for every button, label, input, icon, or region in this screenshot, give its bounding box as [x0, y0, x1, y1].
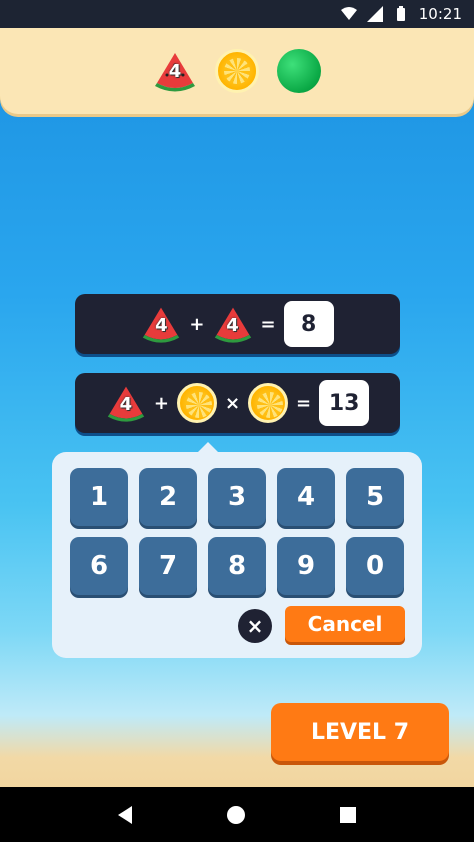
equation-row-2: 4 + × = 13: [75, 373, 400, 433]
plus-operator: +: [189, 313, 205, 335]
result-box: 8: [283, 301, 334, 347]
watermelon-icon: 4: [153, 49, 197, 93]
watermelon-icon: 4: [106, 383, 146, 423]
key-7[interactable]: 7: [139, 537, 197, 595]
status-time: 10:21: [418, 5, 462, 23]
watermelon-icon: 4: [141, 304, 181, 344]
watermelon-number: 4: [168, 61, 182, 82]
watermelon-number: 4: [155, 315, 168, 336]
back-icon[interactable]: [117, 805, 132, 824]
battery-icon: [393, 6, 409, 22]
clear-icon[interactable]: ×: [238, 609, 272, 643]
plus-operator: +: [153, 392, 169, 414]
number-keypad: 1 2 3 4 5 6 7 8 9 0 × Cancel: [52, 442, 422, 658]
result-box: 13: [319, 380, 370, 426]
cancel-button[interactable]: Cancel: [285, 606, 405, 642]
recent-apps-icon[interactable]: [340, 806, 357, 823]
key-8[interactable]: 8: [208, 537, 266, 595]
equals-operator: =: [260, 313, 276, 335]
key-1[interactable]: 1: [70, 468, 128, 526]
status-bar: 10:21: [0, 0, 474, 28]
key-9[interactable]: 9: [277, 537, 335, 595]
watermelon-number: 4: [226, 315, 239, 336]
key-5[interactable]: 5: [346, 468, 404, 526]
target-fruits-bar: 4: [0, 28, 474, 114]
home-icon[interactable]: [226, 805, 245, 824]
key-3[interactable]: 3: [208, 468, 266, 526]
watermelon-icon: 4: [213, 304, 253, 344]
key-6[interactable]: 6: [70, 537, 128, 595]
orange-icon: [176, 383, 217, 423]
signal-icon: [366, 6, 383, 22]
green-ball-icon: [277, 49, 321, 93]
equals-operator: =: [296, 392, 312, 414]
level-button[interactable]: LEVEL 7: [271, 703, 449, 761]
key-4[interactable]: 4: [277, 468, 335, 526]
multiply-operator: ×: [224, 392, 241, 414]
wifi-icon: [340, 6, 357, 22]
watermelon-number: 4: [119, 394, 133, 415]
nav-bar: [0, 787, 474, 842]
equation-row-1: 4 + 4 = 8: [75, 294, 400, 354]
key-0[interactable]: 0: [346, 537, 404, 595]
orange-icon: [215, 49, 259, 93]
orange-icon: [248, 383, 289, 423]
key-2[interactable]: 2: [139, 468, 197, 526]
